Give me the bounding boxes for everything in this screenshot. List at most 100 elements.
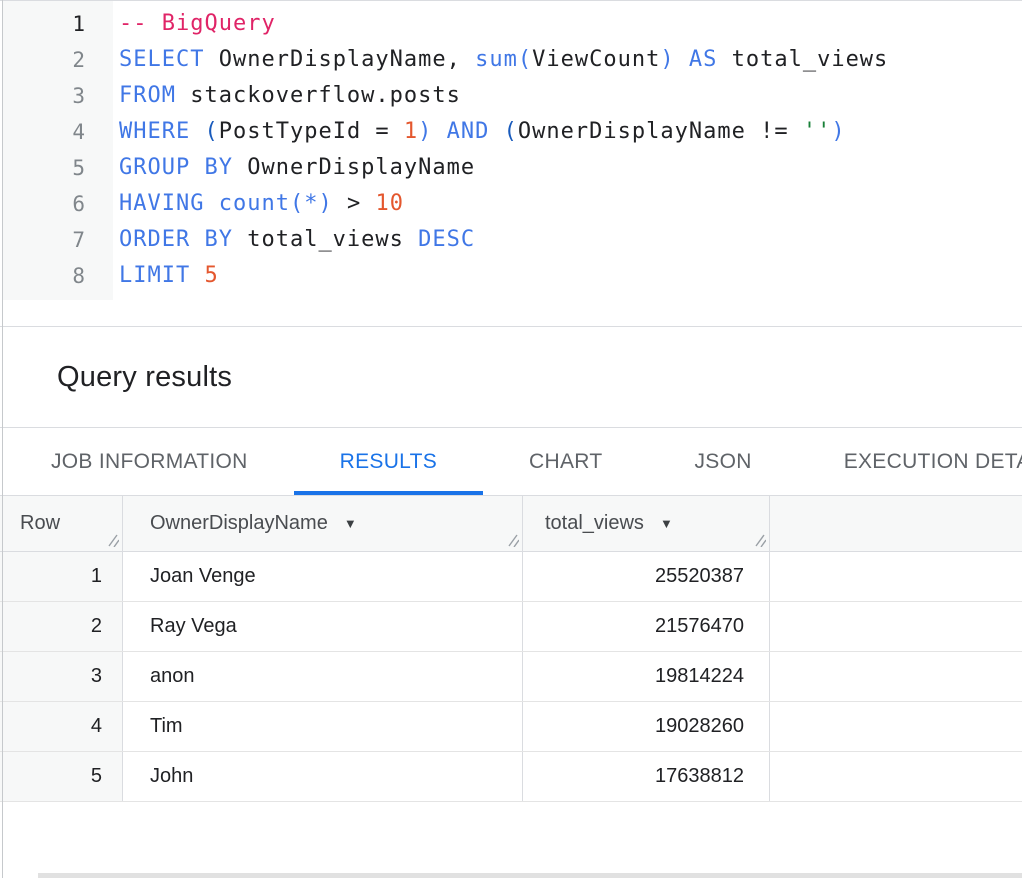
code-token: OwnerDisplayName != <box>518 119 803 144</box>
code-token: count(*) <box>219 191 333 216</box>
column-header-filler <box>770 496 1022 551</box>
table-cell: anon <box>123 652 523 701</box>
code-line: ORDER BY total_views DESC <box>119 222 888 258</box>
code-token <box>489 119 503 144</box>
active-tab-indicator <box>294 491 483 495</box>
code-token: ViewCount <box>532 47 660 72</box>
row-number-cell: 3 <box>0 652 123 701</box>
table-row: 5John17638812 <box>0 752 1022 802</box>
code-token <box>675 47 689 72</box>
line-number: 1 <box>3 6 113 42</box>
table-header-row: Row OwnerDisplayName ▼ total_views ▼ <box>0 496 1022 552</box>
tab-json[interactable]: JSON <box>648 428 797 495</box>
table-cell: John <box>123 752 523 801</box>
tab-execution-details[interactable]: EXECUTION DETAILS <box>798 428 1022 495</box>
column-resize-handle-icon[interactable] <box>106 534 119 547</box>
row-number-cell: 4 <box>0 702 123 751</box>
code-token: AS <box>689 47 718 72</box>
code-token: ( <box>504 119 518 144</box>
code-line: SELECT OwnerDisplayName, sum(ViewCount) … <box>119 42 888 78</box>
table-cell-filler <box>770 702 1022 751</box>
table-row: 2Ray Vega21576470 <box>0 602 1022 652</box>
sql-code-area[interactable]: -- BigQuery SELECT OwnerDisplayName, sum(… <box>113 1 888 294</box>
code-token: total_views <box>717 47 888 72</box>
code-token: WHERE <box>119 119 190 144</box>
table-row: 4Tim19028260 <box>0 702 1022 752</box>
code-line: HAVING count(*) > 10 <box>119 186 888 222</box>
table-cell-filler <box>770 602 1022 651</box>
tab-label: JOB INFORMATION <box>51 450 248 474</box>
column-header-label: total_views <box>545 512 644 535</box>
code-token: ) <box>418 119 432 144</box>
tab-label: EXECUTION DETAILS <box>844 450 1022 474</box>
line-number: 8 <box>3 258 113 294</box>
panel-left-edge <box>2 0 3 878</box>
code-line: LIMIT 5 <box>119 258 888 294</box>
results-table: Row OwnerDisplayName ▼ total_views ▼ 1Joan V… <box>0 496 1022 802</box>
table-cell: 25520387 <box>523 552 770 601</box>
code-line: WHERE (PostTypeId = 1) AND (OwnerDisplay… <box>119 114 888 150</box>
code-token: ORDER BY <box>119 227 233 252</box>
code-token: SELECT <box>119 47 204 72</box>
code-token: 10 <box>375 191 404 216</box>
code-token <box>432 119 446 144</box>
table-body: 1Joan Venge255203872Ray Vega215764703ano… <box>0 552 1022 802</box>
code-line: -- BigQuery <box>119 6 888 42</box>
tab-job-information[interactable]: JOB INFORMATION <box>5 428 294 495</box>
row-number-cell: 5 <box>0 752 123 801</box>
row-number-cell: 1 <box>0 552 123 601</box>
sql-editor[interactable]: 12345678 -- BigQuerySELECT OwnerDisplayN… <box>0 0 1022 327</box>
table-row: 1Joan Venge25520387 <box>0 552 1022 602</box>
code-token: GROUP BY <box>119 155 233 180</box>
code-token: > <box>333 191 376 216</box>
column-header-total_views: total_views ▼ <box>523 496 770 551</box>
code-token <box>190 263 204 288</box>
page-title: Query results <box>57 361 232 394</box>
column-header-label: OwnerDisplayName <box>150 512 328 535</box>
code-token: AND <box>447 119 490 144</box>
column-header-row: Row <box>0 496 123 551</box>
table-cell: Tim <box>123 702 523 751</box>
column-header-label: Row <box>20 512 60 535</box>
code-token: ) <box>831 119 845 144</box>
tab-label: JSON <box>694 450 751 474</box>
code-token: 5 <box>204 263 218 288</box>
code-token: stackoverflow.posts <box>176 83 461 108</box>
table-cell-filler <box>770 552 1022 601</box>
column-header-ownerdisplayname: OwnerDisplayName ▼ <box>123 496 523 551</box>
code-token: OwnerDisplayName, <box>204 47 475 72</box>
tab-chart[interactable]: CHART <box>483 428 648 495</box>
code-token: HAVING <box>119 191 204 216</box>
table-cell: 19814224 <box>523 652 770 701</box>
tab-label: RESULTS <box>340 450 437 474</box>
column-resize-handle-icon[interactable] <box>753 534 766 547</box>
code-token: FROM <box>119 83 176 108</box>
column-resize-handle-icon[interactable] <box>506 534 519 547</box>
column-dropdown-icon[interactable]: ▼ <box>660 516 673 531</box>
table-cell-filler <box>770 652 1022 701</box>
table-row: 3anon19814224 <box>0 652 1022 702</box>
code-token: total_views <box>233 227 418 252</box>
code-token: LIMIT <box>119 263 190 288</box>
code-token: sum( <box>475 47 532 72</box>
table-cell: 17638812 <box>523 752 770 801</box>
horizontal-scrollbar[interactable] <box>38 873 1022 878</box>
line-number: 6 <box>3 186 113 222</box>
code-line: GROUP BY OwnerDisplayName <box>119 150 888 186</box>
column-dropdown-icon[interactable]: ▼ <box>344 516 357 531</box>
line-number: 5 <box>3 150 113 186</box>
code-token: PostTypeId = <box>219 119 404 144</box>
tab-results[interactable]: RESULTS <box>294 428 483 495</box>
results-tabbar: JOB INFORMATION RESULTS CHART JSON EXECUTION… <box>0 428 1022 496</box>
code-token: -- BigQuery <box>119 11 276 36</box>
code-token: DESC <box>418 227 475 252</box>
row-number-cell: 2 <box>0 602 123 651</box>
table-cell: 19028260 <box>523 702 770 751</box>
code-token: ( <box>204 119 218 144</box>
line-number: 2 <box>3 42 113 78</box>
code-token: '' <box>803 119 832 144</box>
code-token: OwnerDisplayName <box>233 155 475 180</box>
code-token: ) <box>660 47 674 72</box>
footer-space <box>0 802 1022 877</box>
line-number: 7 <box>3 222 113 258</box>
